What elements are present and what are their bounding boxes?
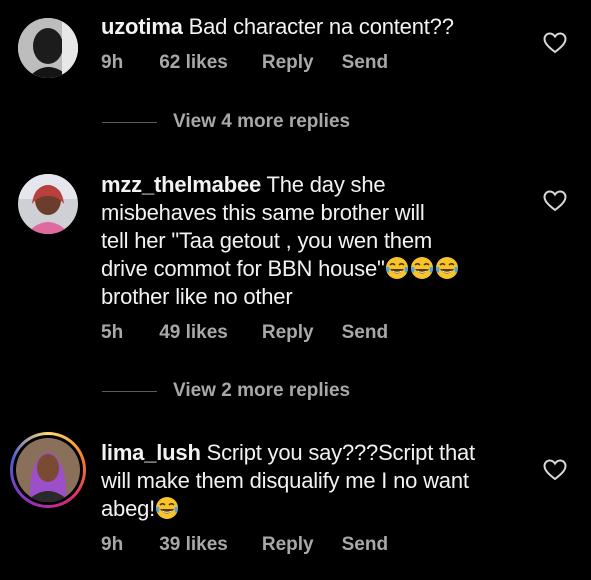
view-replies-label: View 2 more replies [173,380,351,401]
tears-of-joy-emoji [155,496,179,520]
heart-outline-icon[interactable] [543,32,567,54]
send-button[interactable]: Send [342,322,388,344]
comment-body-line: drive commot for BBN house" [101,256,385,281]
comment-text: mzz_thelmabee The day she misbehaves thi… [101,171,521,311]
send-button[interactable]: Send [342,52,388,74]
comment-body-line: misbehaves this same brother will [101,200,425,225]
view-replies-button[interactable]: View 2 more replies [102,380,350,402]
comment-text: lima_lush Script you say???Script that w… [101,439,521,523]
comment-body-line: will make them disqualify me I no want [101,468,469,493]
comment-meta: 5h 49 likes Reply Send [101,322,388,344]
comment-meta: 9h 39 likes Reply Send [101,534,388,556]
comment-time: 9h [101,534,124,555]
comment-body-line: abeg! [101,496,156,521]
comment-time: 5h [101,322,124,343]
tears-of-joy-emoji [435,256,459,280]
likes-count[interactable]: 49 likes [159,322,228,344]
view-replies-label: View 4 more replies [173,111,351,132]
comment-text: uzotima Bad character na content?? [101,13,521,41]
tears-of-joy-emoji [410,256,434,280]
reply-button[interactable]: Reply [262,534,314,556]
comment-username[interactable]: uzotima [101,14,183,39]
avatar-uzotima[interactable] [18,18,78,78]
avatar-lima-lush[interactable] [16,438,80,502]
reply-button[interactable]: Reply [262,52,314,74]
comment-username[interactable]: mzz_thelmabee [101,172,261,197]
comment-time: 9h [101,52,124,73]
likes-count[interactable]: 39 likes [159,534,228,556]
view-replies-button[interactable]: View 4 more replies [102,111,350,133]
divider-line [102,390,157,392]
comment-body: Bad character na content?? [188,14,454,39]
divider-line [102,121,157,123]
story-ring[interactable] [10,432,86,508]
comment-username[interactable]: lima_lush [101,440,201,465]
comment-body-line: tell her "Taa getout , you wen them [101,228,433,253]
heart-outline-icon[interactable] [543,459,567,481]
comment-body-line: Script you say???Script that [206,440,476,465]
heart-outline-icon[interactable] [543,190,567,212]
tears-of-joy-emoji [385,256,409,280]
comment-meta: 9h 62 likes Reply Send [101,52,388,74]
comment-body-line: The day she [266,172,386,197]
avatar-mzz-thelmabee[interactable] [18,174,78,234]
reply-button[interactable]: Reply [262,322,314,344]
comment-body-line: brother like no other [101,284,293,309]
send-button[interactable]: Send [342,534,388,556]
likes-count[interactable]: 62 likes [159,52,228,74]
